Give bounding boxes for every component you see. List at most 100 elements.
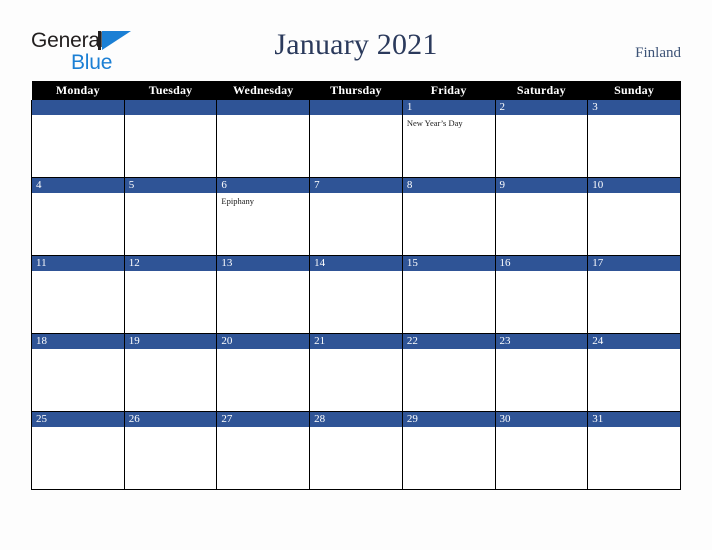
calendar-week-row: 1 New Year’s Day 2 3 bbox=[31, 100, 681, 178]
day-content bbox=[588, 115, 680, 177]
calendar-day-cell-15[interactable]: 15 bbox=[401, 255, 496, 334]
day-number: 14 bbox=[310, 256, 402, 271]
day-number bbox=[310, 100, 402, 115]
day-number: 19 bbox=[124, 334, 217, 349]
weekday-header-wednesday: Wednesday bbox=[216, 81, 310, 100]
day-number: 30 bbox=[495, 412, 588, 427]
day-number: 1 bbox=[402, 100, 495, 115]
calendar-day-cell-18[interactable]: 18 bbox=[31, 333, 125, 412]
calendar-day-cell-23[interactable]: 23 bbox=[494, 333, 589, 412]
calendar-body: 1 New Year’s Day 2 3 4 5 6 Epiphany 7 8 9 10 11 12 13 1… bbox=[31, 100, 681, 490]
day-content bbox=[588, 193, 680, 255]
day-content bbox=[495, 427, 588, 489]
day-content bbox=[310, 115, 402, 177]
day-number: 2 bbox=[495, 100, 588, 115]
day-number: 12 bbox=[124, 256, 217, 271]
day-content bbox=[310, 193, 402, 255]
day-content bbox=[124, 349, 217, 411]
day-number: 17 bbox=[588, 256, 680, 271]
day-content bbox=[124, 271, 217, 333]
day-number bbox=[217, 100, 310, 115]
calendar-week-row: 11 12 13 14 15 16 17 bbox=[31, 255, 681, 334]
calendar-day-cell-31[interactable]: 31 bbox=[587, 411, 681, 490]
calendar-day-cell-empty[interactable] bbox=[123, 100, 218, 178]
day-number: 20 bbox=[217, 334, 310, 349]
calendar-day-cell-24[interactable]: 24 bbox=[587, 333, 681, 412]
day-number bbox=[32, 100, 124, 115]
calendar-week-row: 25 26 27 28 29 30 31 bbox=[31, 411, 681, 490]
calendar-day-cell-14[interactable]: 14 bbox=[309, 255, 403, 334]
day-content bbox=[32, 349, 124, 411]
day-number: 24 bbox=[588, 334, 680, 349]
calendar-day-cell-20[interactable]: 20 bbox=[216, 333, 311, 412]
country-label: Finland bbox=[635, 45, 681, 61]
day-content bbox=[588, 271, 680, 333]
calendar-day-cell-19[interactable]: 19 bbox=[123, 333, 218, 412]
calendar-day-cell-13[interactable]: 13 bbox=[216, 255, 311, 334]
calendar-day-cell-4[interactable]: 4 bbox=[31, 177, 125, 256]
calendar-day-cell-26[interactable]: 26 bbox=[123, 411, 218, 490]
calendar-day-cell-5[interactable]: 5 bbox=[123, 177, 218, 256]
day-content bbox=[32, 427, 124, 489]
day-content bbox=[124, 115, 217, 177]
holiday-label: New Year’s Day bbox=[406, 118, 463, 128]
calendar-day-cell-empty[interactable] bbox=[309, 100, 403, 178]
day-content bbox=[124, 427, 217, 489]
day-number: 9 bbox=[495, 178, 588, 193]
day-number: 10 bbox=[588, 178, 680, 193]
calendar-day-cell-8[interactable]: 8 bbox=[401, 177, 496, 256]
calendar-grid: Monday Tuesday Wednesday Thursday Friday Satu… bbox=[31, 81, 681, 490]
day-content bbox=[217, 271, 310, 333]
weekday-header-row: Monday Tuesday Wednesday Thursday Friday Satu… bbox=[31, 81, 681, 100]
day-content bbox=[402, 271, 495, 333]
calendar-day-cell-29[interactable]: 29 bbox=[401, 411, 496, 490]
day-content bbox=[495, 349, 588, 411]
calendar-day-cell-12[interactable]: 12 bbox=[123, 255, 218, 334]
calendar-day-cell-2[interactable]: 2 bbox=[494, 100, 589, 178]
calendar-day-cell-21[interactable]: 21 bbox=[309, 333, 403, 412]
day-content bbox=[32, 271, 124, 333]
calendar-day-cell-10[interactable]: 10 bbox=[587, 177, 681, 256]
day-content bbox=[402, 427, 495, 489]
day-content bbox=[310, 349, 402, 411]
calendar-day-cell-17[interactable]: 17 bbox=[587, 255, 681, 334]
page-header: General Blue January 2021 Finland bbox=[0, 0, 712, 81]
weekday-header-saturday: Saturday bbox=[495, 81, 588, 100]
day-content: New Year’s Day bbox=[402, 115, 495, 177]
calendar-day-cell-11[interactable]: 11 bbox=[31, 255, 125, 334]
calendar-day-cell-empty[interactable] bbox=[216, 100, 311, 178]
page-title: January 2021 bbox=[274, 28, 438, 61]
day-number: 25 bbox=[32, 412, 124, 427]
day-number: 26 bbox=[124, 412, 217, 427]
day-content bbox=[402, 349, 495, 411]
calendar-day-cell-28[interactable]: 28 bbox=[309, 411, 403, 490]
day-content bbox=[124, 193, 217, 255]
day-content bbox=[32, 115, 124, 177]
calendar-week-row: 18 19 20 21 22 23 24 bbox=[31, 333, 681, 412]
calendar-day-cell-25[interactable]: 25 bbox=[31, 411, 125, 490]
calendar-day-cell-1[interactable]: 1 New Year’s Day bbox=[401, 100, 496, 178]
day-number: 21 bbox=[310, 334, 402, 349]
day-number: 16 bbox=[495, 256, 588, 271]
day-number: 3 bbox=[588, 100, 680, 115]
day-content bbox=[32, 193, 124, 255]
calendar-day-cell-16[interactable]: 16 bbox=[494, 255, 589, 334]
day-number: 18 bbox=[32, 334, 124, 349]
day-number: 29 bbox=[402, 412, 495, 427]
calendar-day-cell-6[interactable]: 6 Epiphany bbox=[216, 177, 311, 256]
calendar-day-cell-9[interactable]: 9 bbox=[494, 177, 589, 256]
day-content bbox=[588, 349, 680, 411]
day-number: 28 bbox=[310, 412, 402, 427]
day-content: Epiphany bbox=[217, 193, 310, 255]
holiday-label: Epiphany bbox=[221, 196, 254, 206]
calendar-day-cell-empty[interactable] bbox=[31, 100, 125, 178]
calendar-day-cell-22[interactable]: 22 bbox=[401, 333, 496, 412]
day-content bbox=[310, 271, 402, 333]
calendar-day-cell-30[interactable]: 30 bbox=[494, 411, 589, 490]
calendar-day-cell-3[interactable]: 3 bbox=[587, 100, 681, 178]
day-number: 23 bbox=[495, 334, 588, 349]
day-number: 13 bbox=[217, 256, 310, 271]
day-number: 11 bbox=[32, 256, 124, 271]
calendar-day-cell-7[interactable]: 7 bbox=[309, 177, 403, 256]
calendar-day-cell-27[interactable]: 27 bbox=[216, 411, 311, 490]
